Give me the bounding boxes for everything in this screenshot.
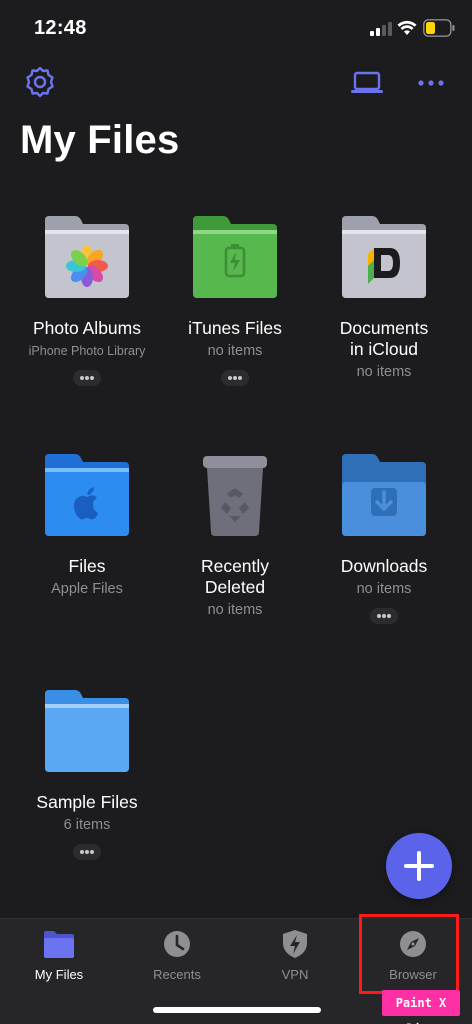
tab-recents[interactable]: Recents bbox=[118, 929, 236, 989]
folder-photo-albums[interactable]: Photo Albums iPhone Photo Library bbox=[13, 214, 161, 386]
tab-label: Recents bbox=[153, 967, 201, 982]
item-name-line1: Recently bbox=[200, 556, 270, 576]
item-name-line1: Documents bbox=[339, 318, 429, 338]
item-name-line2: in iCloud bbox=[349, 339, 419, 359]
item-name-line2: Deleted bbox=[204, 577, 266, 597]
folder-sample-files[interactable]: Sample Files 6 items bbox=[13, 688, 161, 860]
battery-icon bbox=[423, 19, 455, 37]
item-name: Photo Albums bbox=[33, 318, 141, 338]
tab-label: My Files bbox=[34, 967, 84, 982]
screen: 12:48 My Files Photo Albums iPhone Photo… bbox=[0, 0, 472, 1024]
page-title: My Files bbox=[20, 118, 180, 162]
cellular-signal-icon bbox=[370, 22, 392, 36]
downloads-folder-icon bbox=[342, 454, 426, 536]
item-subtitle: 6 items bbox=[63, 817, 111, 833]
item-name: iTunes Files bbox=[188, 318, 282, 338]
item-subtitle: no items bbox=[207, 343, 263, 359]
item-name: Downloads bbox=[340, 556, 428, 576]
item-subtitle: no items bbox=[356, 364, 412, 380]
status-bar: 12:48 bbox=[0, 0, 472, 58]
itunes-folder-icon bbox=[193, 216, 277, 298]
highlight-annotation-box bbox=[359, 914, 459, 994]
trash-bin-icon bbox=[203, 456, 267, 536]
photos-folder-icon bbox=[45, 216, 129, 298]
tab-vpn[interactable]: VPN bbox=[236, 929, 354, 989]
laptop-icon[interactable] bbox=[350, 70, 384, 96]
folder-icon bbox=[45, 690, 129, 772]
tab-label: VPN bbox=[281, 967, 309, 982]
item-more-button[interactable] bbox=[73, 370, 101, 386]
watermark-badge: Paint X lite bbox=[382, 990, 460, 1024]
add-button[interactable] bbox=[386, 833, 452, 899]
clock-icon bbox=[164, 931, 190, 957]
folder-icon bbox=[44, 931, 74, 958]
apple-files-folder-icon bbox=[45, 454, 129, 536]
tab-my-files[interactable]: My Files bbox=[0, 929, 118, 989]
folder-recently-deleted[interactable]: Recently Deleted no items bbox=[161, 452, 309, 620]
settings-gear-icon[interactable] bbox=[24, 66, 56, 98]
item-subtitle: no items bbox=[207, 602, 263, 618]
folder-documents-icloud[interactable]: Documents in iCloud no items bbox=[310, 214, 458, 382]
item-subtitle: no items bbox=[356, 581, 412, 597]
item-name: Sample Files bbox=[36, 792, 138, 812]
status-time: 12:48 bbox=[34, 17, 87, 39]
folder-downloads[interactable]: Downloads no items bbox=[310, 452, 458, 624]
documents-folder-icon bbox=[342, 216, 426, 298]
wifi-icon bbox=[397, 20, 417, 35]
item-subtitle: iPhone Photo Library bbox=[28, 344, 146, 358]
item-more-button[interactable] bbox=[370, 608, 398, 624]
folder-itunes-files[interactable]: iTunes Files no items bbox=[161, 214, 309, 386]
item-subtitle: Apple Files bbox=[51, 581, 123, 597]
more-options-icon[interactable] bbox=[416, 72, 446, 92]
item-more-button[interactable] bbox=[221, 370, 249, 386]
item-name: Files bbox=[68, 556, 106, 576]
folder-files[interactable]: Files Apple Files bbox=[13, 452, 161, 599]
item-more-button[interactable] bbox=[73, 844, 101, 860]
shield-bolt-icon bbox=[283, 930, 307, 958]
home-indicator[interactable] bbox=[153, 1007, 321, 1013]
